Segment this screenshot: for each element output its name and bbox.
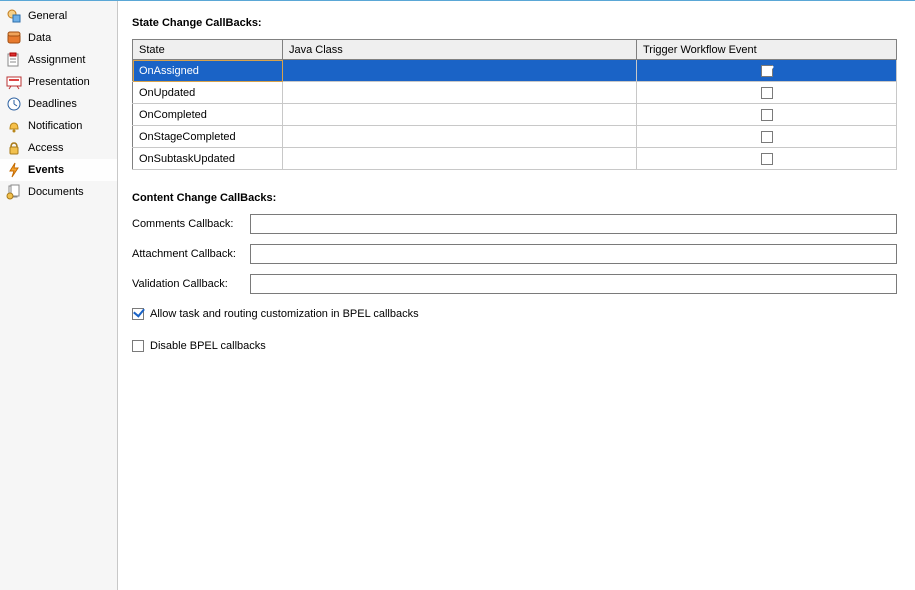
assignment-icon [6,52,22,68]
cell-trigger[interactable] [637,82,897,104]
cell-javaclass[interactable] [283,148,637,170]
cell-trigger[interactable] [637,60,897,82]
table-row[interactable]: OnUpdated [133,82,897,104]
comments-callback-row: Comments Callback: [132,214,897,234]
cell-state[interactable]: OnStageCompleted [133,126,283,148]
col-header-javaclass[interactable]: Java Class [283,40,637,60]
trigger-checkbox[interactable] [761,65,773,77]
sidebar-item-label: Access [28,142,63,154]
table-row[interactable]: OnAssigned [133,60,897,82]
cell-state[interactable]: OnUpdated [133,82,283,104]
main-panel: State Change CallBacks: State Java Class… [118,1,915,590]
cell-javaclass[interactable] [283,104,637,126]
sidebar-item-general[interactable]: General [0,5,117,27]
content-change-title: Content Change CallBacks: [132,192,897,204]
sidebar-item-presentation[interactable]: Presentation [0,71,117,93]
lightning-icon [6,162,22,178]
bell-icon [6,118,22,134]
cell-state[interactable]: OnCompleted [133,104,283,126]
cell-javaclass[interactable] [283,82,637,104]
trigger-checkbox[interactable] [761,87,773,99]
general-icon [6,8,22,24]
sidebar-item-label: Documents [28,186,84,198]
sidebar-item-documents[interactable]: Documents [0,181,117,203]
lock-icon [6,140,22,156]
sidebar-item-deadlines[interactable]: Deadlines [0,93,117,115]
cell-state[interactable]: OnAssigned [133,60,283,82]
validation-callback-input[interactable] [250,274,897,294]
validation-callback-row: Validation Callback: [132,274,897,294]
cell-trigger[interactable] [637,126,897,148]
sidebar-item-data[interactable]: Data [0,27,117,49]
clock-icon [6,96,22,112]
sidebar-item-label: Events [28,164,64,176]
cell-javaclass[interactable] [283,126,637,148]
allow-customization-checkbox[interactable] [132,308,144,320]
cell-javaclass[interactable] [283,60,637,82]
state-change-title: State Change CallBacks: [132,17,897,29]
comments-callback-input[interactable] [250,214,897,234]
attachment-callback-label: Attachment Callback: [132,248,244,260]
validation-callback-label: Validation Callback: [132,278,244,290]
table-row[interactable]: OnCompleted [133,104,897,126]
sidebar-item-assignment[interactable]: Assignment [0,49,117,71]
sidebar-item-label: Assignment [28,54,85,66]
disable-bpel-label: Disable BPEL callbacks [150,340,266,352]
col-header-state[interactable]: State [133,40,283,60]
trigger-checkbox[interactable] [761,153,773,165]
app-root: General Data Assignment Presentation Dea… [0,0,915,590]
attachment-callback-input[interactable] [250,244,897,264]
state-change-table: State Java Class Trigger Workflow Event … [132,39,897,170]
allow-customization-row: Allow task and routing customization in … [132,308,897,320]
sidebar-item-label: Data [28,32,51,44]
trigger-checkbox[interactable] [761,131,773,143]
sidebar-item-label: General [28,10,67,22]
table-row[interactable]: OnStageCompleted [133,126,897,148]
sidebar-item-label: Deadlines [28,98,77,110]
trigger-checkbox[interactable] [761,109,773,121]
sidebar-item-events[interactable]: Events [0,159,117,181]
data-icon [6,30,22,46]
disable-bpel-checkbox[interactable] [132,340,144,352]
sidebar-item-label: Presentation [28,76,90,88]
document-icon [6,184,22,200]
cell-trigger[interactable] [637,104,897,126]
cell-state[interactable]: OnSubtaskUpdated [133,148,283,170]
sidebar: General Data Assignment Presentation Dea… [0,1,118,590]
sidebar-item-notification[interactable]: Notification [0,115,117,137]
comments-callback-label: Comments Callback: [132,218,244,230]
attachment-callback-row: Attachment Callback: [132,244,897,264]
disable-bpel-row: Disable BPEL callbacks [132,340,897,352]
sidebar-item-access[interactable]: Access [0,137,117,159]
col-header-trigger[interactable]: Trigger Workflow Event [637,40,897,60]
sidebar-item-label: Notification [28,120,82,132]
cell-trigger[interactable] [637,148,897,170]
presentation-icon [6,74,22,90]
table-row[interactable]: OnSubtaskUpdated [133,148,897,170]
allow-customization-label: Allow task and routing customization in … [150,308,419,320]
